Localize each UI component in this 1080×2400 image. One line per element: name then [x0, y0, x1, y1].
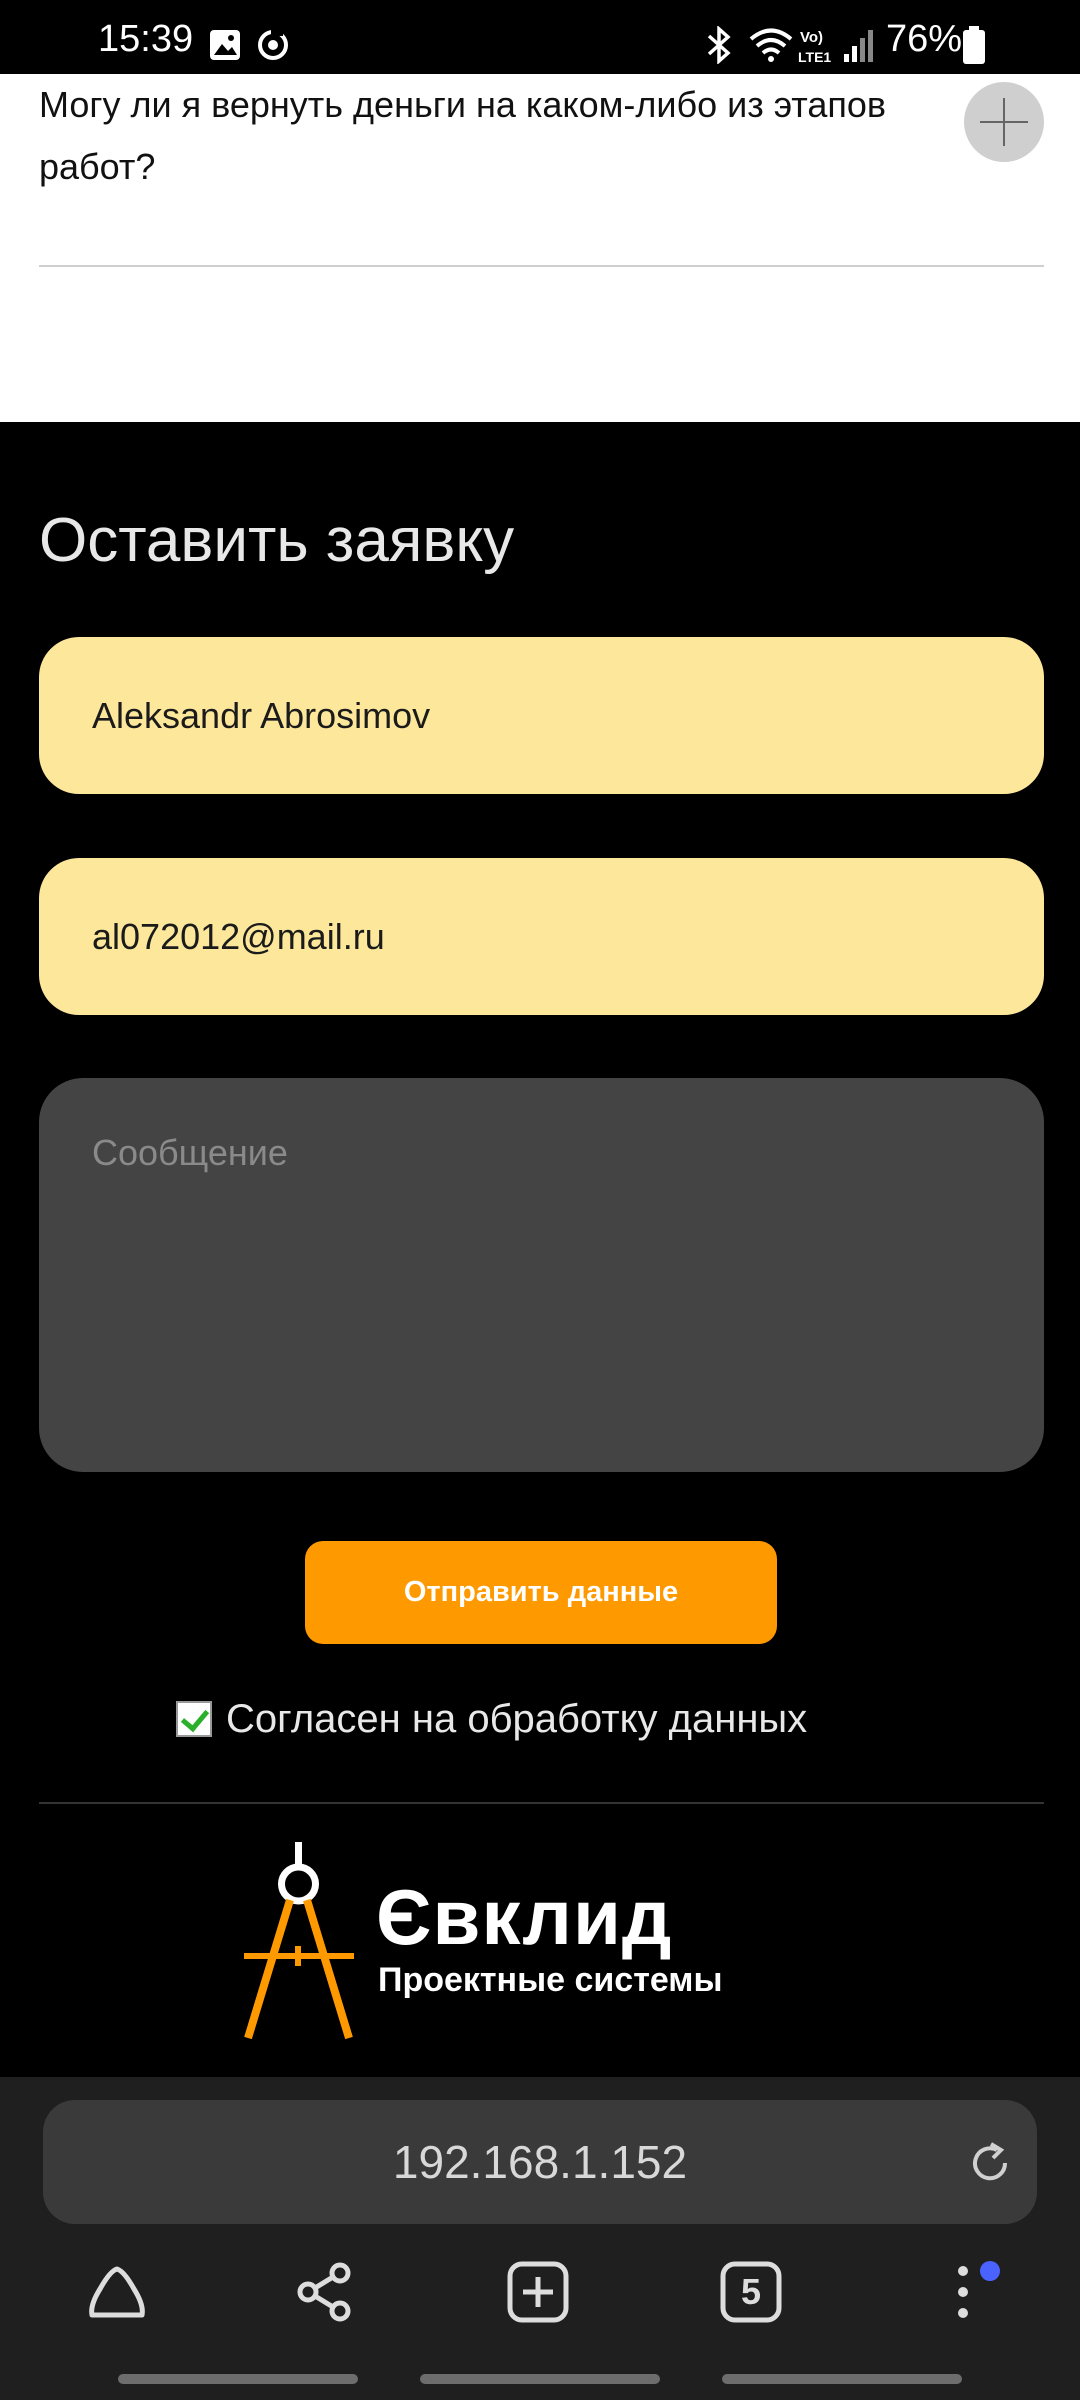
message-placeholder: Сообщение	[92, 1132, 288, 1173]
tabs-icon[interactable]: 5	[718, 2259, 784, 2325]
footer-divider	[39, 1802, 1044, 1804]
volte-icon: Vo) LTE1	[798, 29, 831, 65]
new-tab-icon[interactable]	[505, 2259, 571, 2325]
faq-question[interactable]: Могу ли я вернуть деньги на каком-либо и…	[39, 74, 899, 198]
sync-icon	[258, 28, 288, 60]
faq-section: Могу ли я вернуть деньги на каком-либо и…	[0, 74, 1080, 422]
signal-icon	[844, 30, 873, 62]
consent-label: Согласен на обработку данных	[226, 1696, 808, 1741]
battery-icon	[963, 26, 985, 64]
logo-tagline: Проектные системы	[378, 1961, 723, 1999]
plus-icon[interactable]	[964, 82, 1044, 162]
status-bar: 15:39 Vo) LTE1 76%	[0, 0, 1080, 74]
name-field[interactable]: Aleksandr Abrosimov	[39, 637, 1044, 794]
url-text[interactable]: 192.168.1.152	[43, 2100, 1037, 2224]
email-field[interactable]: al072012@mail.ru	[39, 858, 1044, 1015]
status-time: 15:39	[98, 18, 194, 60]
gesture-bar	[722, 2374, 962, 2384]
bluetooth-icon	[707, 26, 731, 64]
browser-toolbar: 192.168.1.152 5	[0, 2077, 1080, 2400]
consent-row[interactable]: Согласен на обработку данных	[176, 1695, 807, 1743]
gesture-bar	[118, 2374, 358, 2384]
form-title: Оставить заявку	[39, 506, 515, 575]
svg-text:Vo): Vo)	[800, 29, 823, 46]
svg-text:LTE1: LTE1	[798, 49, 831, 65]
page: 15:39 Vo) LTE1 76% Могу ли я вернуть ден…	[0, 0, 1080, 2400]
submit-button[interactable]: Отправить данные	[305, 1541, 777, 1644]
home-icon[interactable]	[84, 2259, 150, 2325]
logo-name: Євклид	[376, 1873, 673, 1961]
share-icon[interactable]	[292, 2259, 358, 2325]
message-field[interactable]: Сообщение	[39, 1078, 1044, 1472]
consent-checkbox[interactable]	[176, 1701, 212, 1737]
battery-percent: 76%	[886, 18, 963, 60]
compass-icon	[244, 1842, 354, 2040]
gesture-bar	[420, 2374, 660, 2384]
wifi-icon	[749, 28, 793, 62]
menu-notification-dot	[980, 2261, 1000, 2281]
address-bar[interactable]: 192.168.1.152	[43, 2100, 1037, 2224]
reload-icon[interactable]	[967, 2140, 1013, 2186]
tab-count: 5	[740, 2271, 762, 2312]
gallery-icon	[210, 30, 240, 60]
faq-divider	[39, 265, 1044, 267]
